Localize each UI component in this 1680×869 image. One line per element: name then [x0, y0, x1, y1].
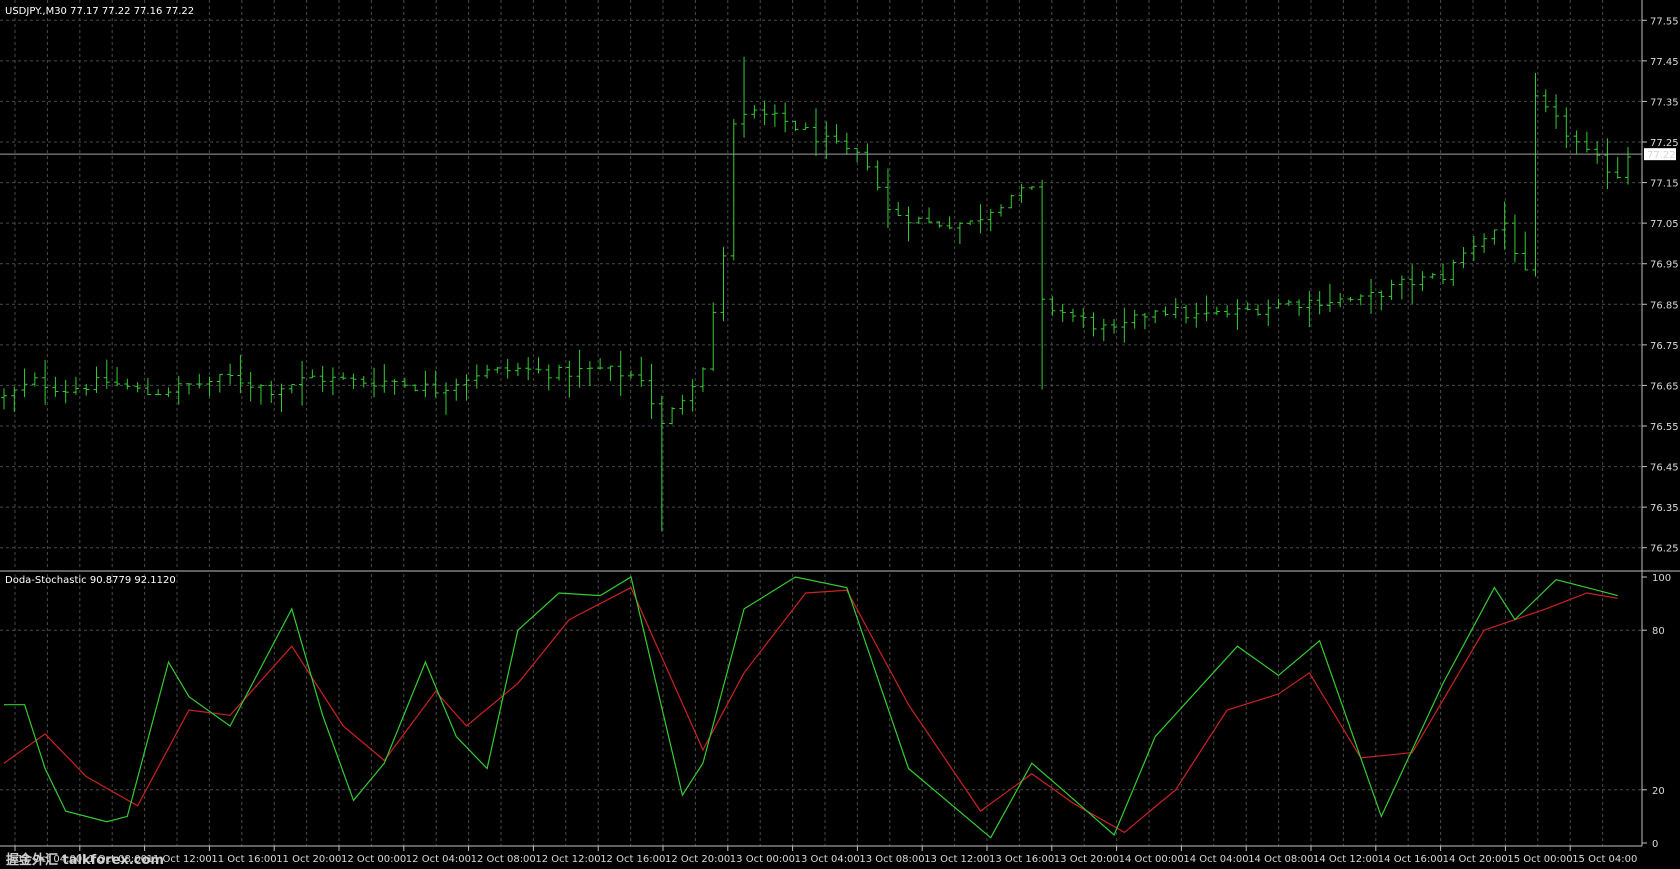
price-tick-label: 77.55: [1650, 16, 1679, 27]
time-label: 14 Oct 16:00: [1378, 854, 1443, 865]
time-label: 14 Oct 12:00: [1313, 854, 1378, 865]
time-label: 12 Oct 04:00: [406, 854, 471, 865]
forex-chart-window[interactable]: 77.55 77.45 77.35 77.25 77.15 77.05 76.95 76.85…: [0, 0, 1680, 869]
time-label: 13 Oct 12:00: [924, 854, 989, 865]
time-label: 13 Oct 04:00: [795, 854, 860, 865]
current-price-marker: 77.22: [1644, 148, 1676, 161]
indicator-tick-label: 100: [1652, 573, 1671, 584]
chart-background: [0, 0, 1680, 869]
current-price-label: 77.22: [1647, 150, 1676, 161]
price-tick-label: 76.65: [1650, 381, 1679, 392]
time-label: 11 Oct 20:00: [276, 854, 341, 865]
indicator-tick-label: 0: [1652, 839, 1658, 850]
time-label: 12 Oct 08:00: [471, 854, 536, 865]
time-label: 11 Oct 16:00: [211, 854, 276, 865]
indicator-tick-label: 20: [1652, 786, 1665, 797]
time-label: 13 Oct 00:00: [730, 854, 795, 865]
symbol-header: USDJPY.,M30 77.17 77.22 77.16 77.22: [5, 6, 194, 17]
price-tick-label: 77.15: [1650, 179, 1679, 190]
price-tick-label: 77.35: [1650, 97, 1679, 108]
price-tick-label: 76.25: [1650, 544, 1679, 555]
time-label: 13 Oct 08:00: [859, 854, 924, 865]
price-tick-label: 76.45: [1650, 463, 1679, 474]
indicator-header: Doda-Stochastic 90.8779 92.1120: [5, 575, 176, 586]
price-tick-label: 76.75: [1650, 341, 1679, 352]
time-label: 14 Oct 04:00: [1183, 854, 1248, 865]
price-tick-label: 77.05: [1650, 219, 1679, 230]
time-label: 14 Oct 08:00: [1248, 854, 1313, 865]
time-label: 14 Oct 00:00: [1119, 854, 1184, 865]
time-label: 15 Oct 00:00: [1507, 854, 1572, 865]
price-tick-label: 76.95: [1650, 260, 1679, 271]
time-label: 14 Oct 20:00: [1443, 854, 1508, 865]
indicator-tick-label: 80: [1652, 626, 1665, 637]
time-label: 12 Oct 16:00: [600, 854, 665, 865]
price-tick-label: 76.85: [1650, 300, 1679, 311]
time-label: 12 Oct 12:00: [535, 854, 600, 865]
watermark: 握金外汇 talkforex.com: [6, 852, 164, 868]
price-tick-label: 76.35: [1650, 503, 1679, 514]
time-label: 13 Oct 20:00: [1054, 854, 1119, 865]
time-label: 12 Oct 20:00: [665, 854, 730, 865]
time-label: 13 Oct 16:00: [989, 854, 1054, 865]
time-label: 12 Oct 00:00: [341, 854, 406, 865]
price-tick-label: 76.55: [1650, 422, 1679, 433]
time-label: 15 Oct 04:00: [1572, 854, 1637, 865]
price-tick-label: 77.45: [1650, 57, 1679, 68]
price-tick-label: 77.25: [1650, 138, 1679, 149]
